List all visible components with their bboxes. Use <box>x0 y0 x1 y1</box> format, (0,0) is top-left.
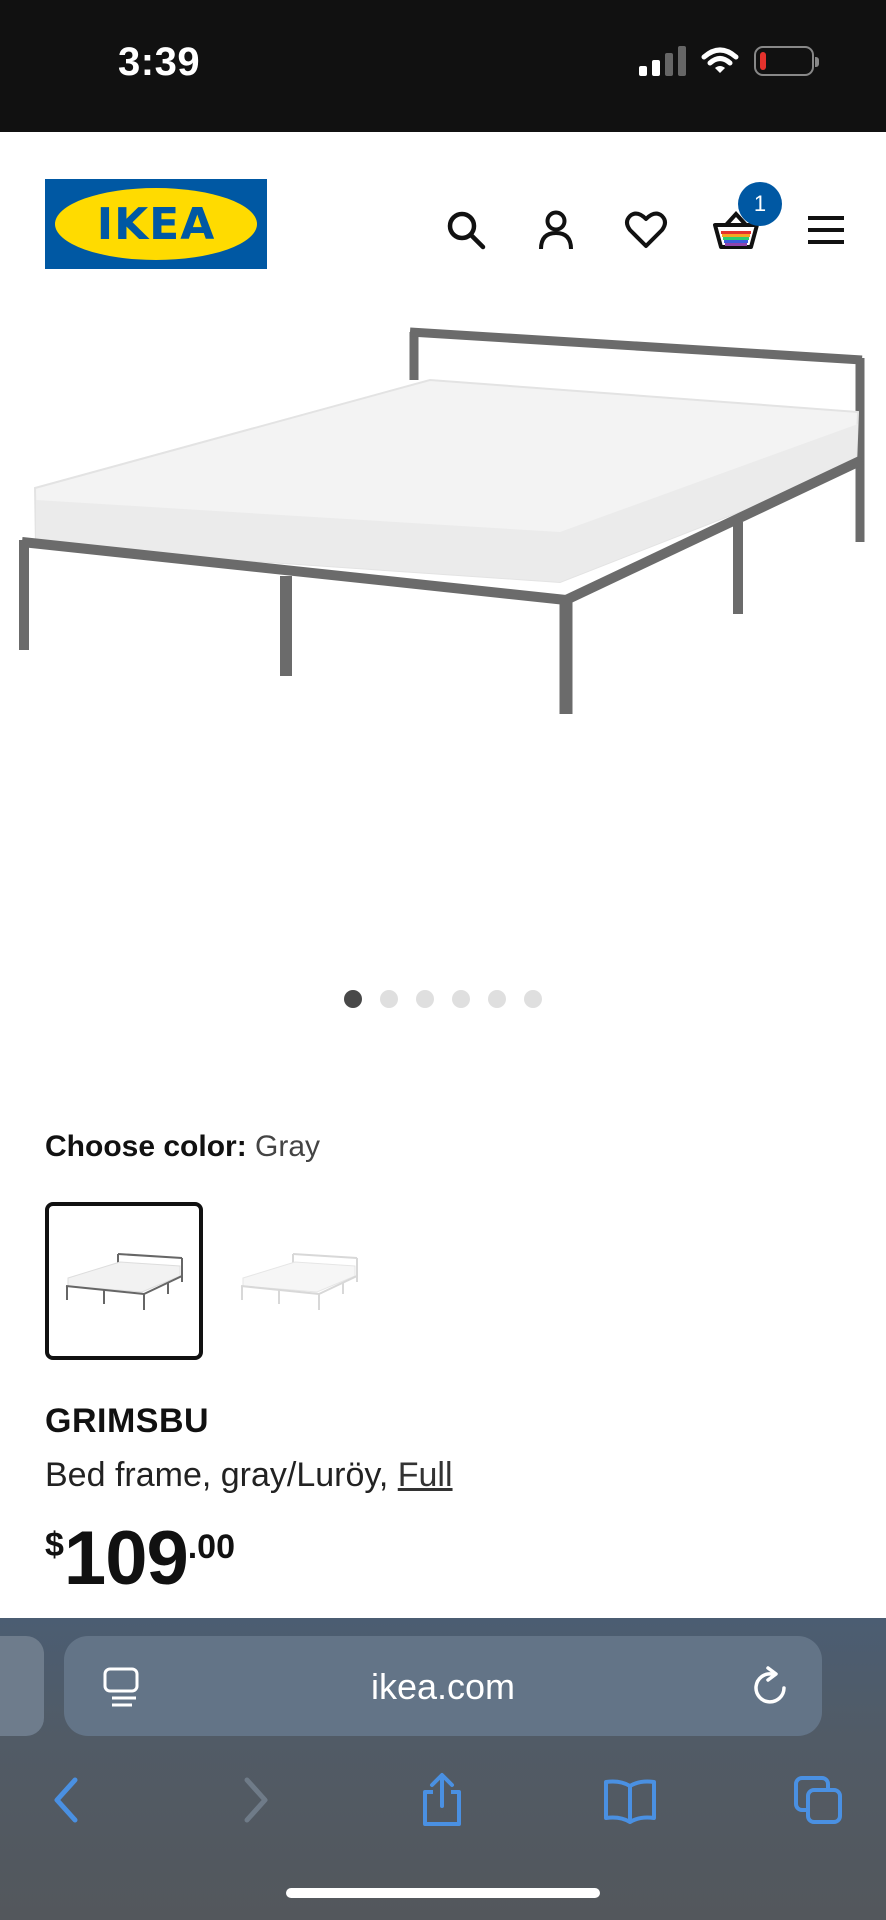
carousel-dot-3[interactable] <box>416 990 434 1008</box>
back-icon <box>54 1777 78 1823</box>
white-bed-thumbnail <box>240 1253 358 1310</box>
gray-bed-thumbnail <box>65 1253 183 1310</box>
header-icons: 1 <box>436 182 856 260</box>
forward-button[interactable] <box>216 1760 296 1840</box>
cellular-signal-icon <box>639 46 686 76</box>
tabs-button[interactable] <box>778 1760 858 1840</box>
home-indicator[interactable] <box>286 1888 600 1898</box>
color-chooser-label: Choose color: Gray <box>45 1130 320 1164</box>
menu-button[interactable] <box>796 200 856 260</box>
battery-icon <box>754 46 819 76</box>
ikea-logo[interactable]: IKEA <box>45 179 267 269</box>
browser-nav-row <box>0 1760 886 1840</box>
share-icon <box>423 1773 461 1826</box>
color-swatch-gray[interactable] <box>45 1202 203 1360</box>
back-button[interactable] <box>26 1760 106 1840</box>
heart-icon <box>625 211 667 248</box>
color-label-text: Choose color: <box>45 1130 247 1163</box>
wifi-icon <box>701 47 739 73</box>
product-price: $ 109 .00 <box>45 1516 235 1602</box>
carousel-dots <box>0 990 886 1008</box>
product-image[interactable] <box>0 300 886 860</box>
share-button[interactable] <box>402 1760 482 1840</box>
bed-frame-image <box>19 327 865 714</box>
product-description: Bed frame, gray/Luröy, Full <box>45 1456 453 1495</box>
carousel-dot-1[interactable] <box>344 990 362 1008</box>
menu-icon <box>808 216 844 244</box>
status-time: 3:39 <box>118 40 201 84</box>
cart-button[interactable]: 1 <box>706 182 782 260</box>
search-icon <box>447 211 486 250</box>
logo-text: IKEA <box>96 198 216 250</box>
bookmarks-icon <box>604 1779 656 1824</box>
url-text: ikea.com <box>370 1666 516 1707</box>
carousel-dot-5[interactable] <box>488 990 506 1008</box>
tabs-icon <box>794 1776 842 1824</box>
carousel-dot-2[interactable] <box>380 990 398 1008</box>
carousel-dot-4[interactable] <box>452 990 470 1008</box>
previous-tab-preview[interactable] <box>0 1636 44 1736</box>
account-button[interactable] <box>526 200 586 260</box>
address-bar[interactable]: ikea.com <box>64 1636 822 1736</box>
selected-color-value: Gray <box>255 1130 321 1163</box>
reload-icon[interactable] <box>750 1664 792 1708</box>
price-integer: 109 <box>63 1516 189 1601</box>
cart-count-badge: 1 <box>738 182 782 226</box>
price-currency: $ <box>45 1526 64 1564</box>
status-icons <box>639 46 819 76</box>
browser-toolbar: ikea.com <box>0 1618 886 1920</box>
size-link[interactable]: Full <box>398 1456 453 1494</box>
logo-ellipse: IKEA <box>55 188 257 260</box>
bookmarks-button[interactable] <box>590 1760 670 1840</box>
status-bar: 3:39 <box>0 0 886 132</box>
account-icon <box>539 210 573 250</box>
price-decimals: .00 <box>187 1528 235 1566</box>
forward-icon <box>244 1777 268 1823</box>
site-header: IKEA 1 <box>0 132 886 292</box>
product-name: GRIMSBU <box>45 1402 210 1440</box>
search-button[interactable] <box>436 200 496 260</box>
color-swatch-white[interactable] <box>220 1202 378 1360</box>
product-description-text: Bed frame, gray/Luröy, <box>45 1456 398 1494</box>
wishlist-button[interactable] <box>616 200 676 260</box>
carousel-dot-6[interactable] <box>524 990 542 1008</box>
